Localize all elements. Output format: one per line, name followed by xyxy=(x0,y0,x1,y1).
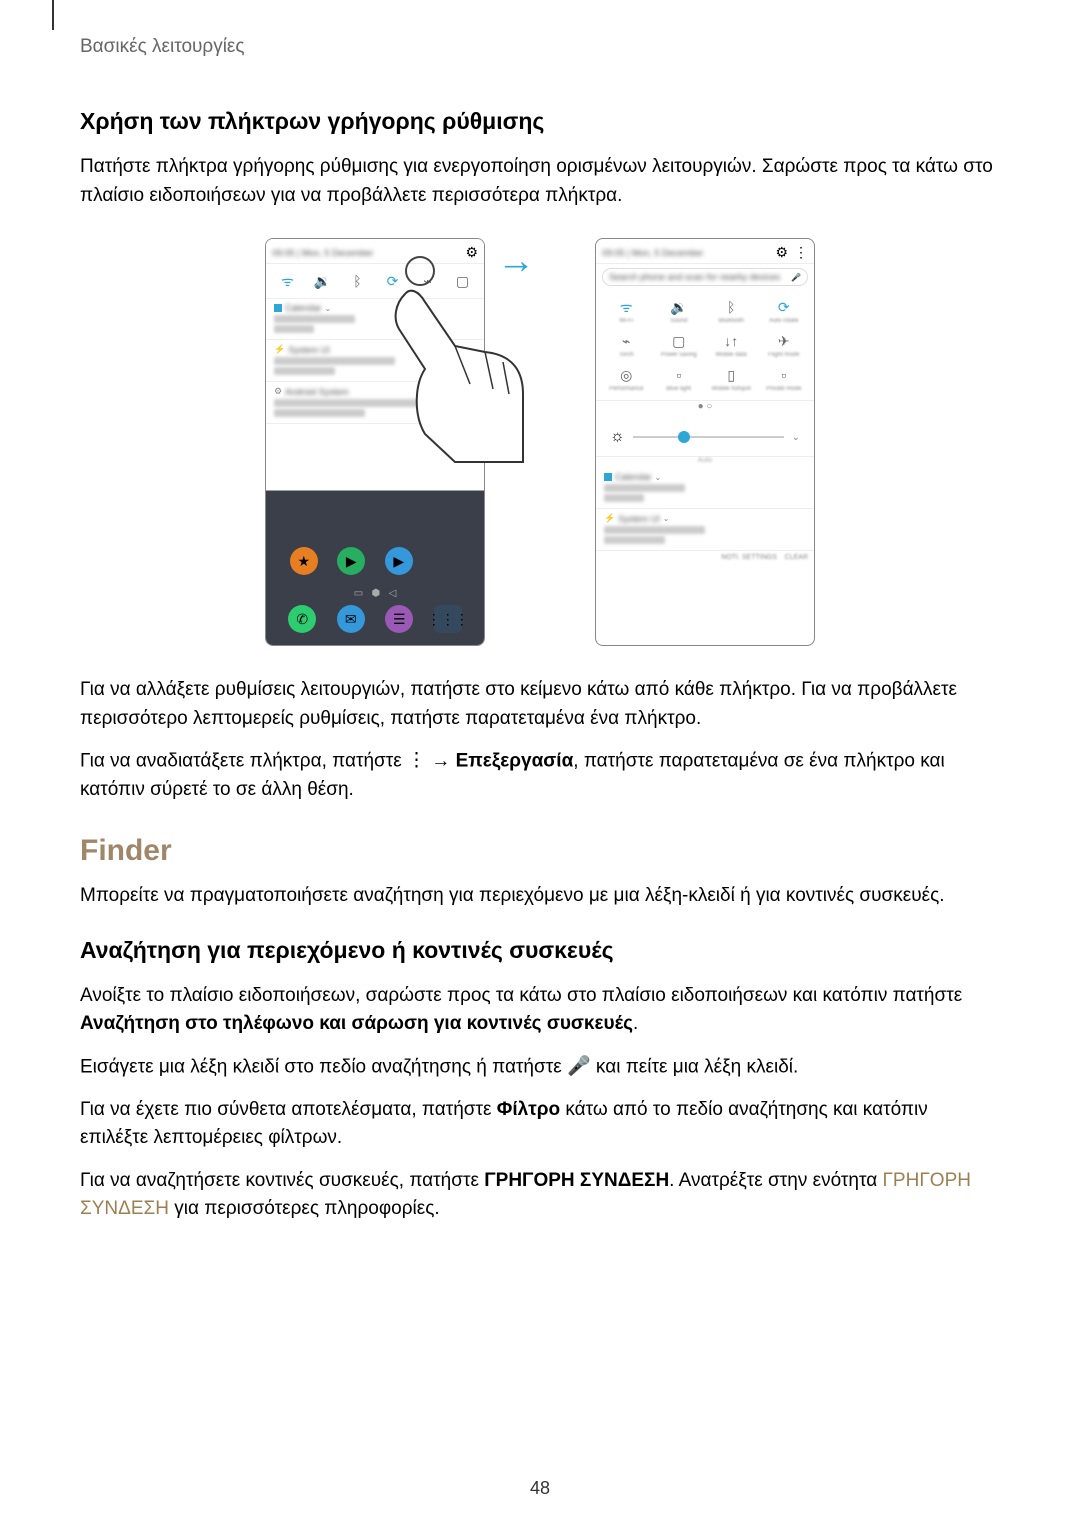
text-fragment: Για να έχετε πιο σύνθετα αποτελέσματα, π… xyxy=(80,1099,497,1120)
text-fragment: . Ανατρέξτε στην ενότητα xyxy=(669,1170,882,1191)
bluetooth-icon: ᛒ xyxy=(349,272,367,290)
transform-arrow-icon: → xyxy=(497,240,535,283)
hotspot-icon: ▯ xyxy=(722,366,740,384)
section1-para1: Πατήστε πλήκτρα γρήγορης ρύθμισης για εν… xyxy=(80,153,1000,210)
section1-para3: Για να αναδιατάξετε πλήκτρα, πατήστε ⋮ →… xyxy=(80,747,1000,804)
chevron-down-icon: ⌄ xyxy=(792,432,800,443)
sim-icon: ▢ xyxy=(454,272,472,290)
section2-para3: Για να έχετε πιο σύνθετα αποτελέσματα, π… xyxy=(80,1096,1000,1153)
section2-para1: Ανοίξτε το πλαίσιο ειδοποιήσεων, σαρώστε… xyxy=(80,982,1000,1039)
page-edge-marker xyxy=(52,0,54,30)
more-icon: ⋮ xyxy=(794,244,808,261)
finder-heading: Finder xyxy=(80,834,1000,868)
private-icon: ▫ xyxy=(775,366,793,384)
notification-item: ⚡System UI⌄ xyxy=(596,509,814,551)
text-fragment: . xyxy=(633,1013,638,1034)
mic-inline-icon: 🎤 xyxy=(567,1053,591,1082)
section1-para2: Για να αλλάξετε ρυθμίσεις λειτουργιών, π… xyxy=(80,676,1000,733)
airplane-icon: ✈ xyxy=(775,332,793,350)
notification-item: ⚙Android System xyxy=(266,382,484,424)
sound-icon: 🔉 xyxy=(314,272,332,290)
gear-icon: ⚙ xyxy=(465,244,478,261)
section2-para4: Για να αναζητήσετε κοντινές συσκευές, πα… xyxy=(80,1167,1000,1224)
gear-icon: ⚙ xyxy=(775,244,788,261)
text-fragment: Εισάγετε μια λέξη κλειδί στο πεδίο αναζή… xyxy=(80,1056,567,1077)
arrow-text: → xyxy=(426,750,456,771)
status-bar: 09:05 | Mon, 5 December ⚙ xyxy=(266,239,484,264)
brightness-icon: ☼ xyxy=(610,428,625,446)
phone-mock-collapsed: 09:05 | Mon, 5 December ⚙ ᯤ 🔉 ᛒ ⟳ ⌁ ▢ Ca… xyxy=(265,238,485,646)
text-fragment: Για να αναδιατάξετε πλήκτρα, πατήστε xyxy=(80,750,407,771)
notification-item: ⚡System UI xyxy=(266,340,484,382)
figures-row: 09:05 | Mon, 5 December ⚙ ᯤ 🔉 ᛒ ⟳ ⌁ ▢ Ca… xyxy=(80,238,1000,646)
swipe-down-arrow: ↓ xyxy=(411,288,428,327)
bold-term: ΓΡΗΓΟΡΗ ΣΥΝΔΕΣΗ xyxy=(484,1170,669,1191)
brightness-slider: ☼ ⌄ xyxy=(596,418,814,457)
finder-para1: Μπορείτε να πραγματοποιήσετε αναζήτηση γ… xyxy=(80,882,1000,911)
swap-icon: ↓↑ xyxy=(722,332,740,350)
notification-item: Calendar⌄ xyxy=(596,468,814,509)
section2-para2: Εισάγετε μια λέξη κλειδί στο πεδίο αναζή… xyxy=(80,1053,1000,1082)
quick-settings-row: ᯤ 🔉 ᛒ ⟳ ⌁ ▢ xyxy=(266,264,484,299)
dock-row: ✆ ✉ ☰ ⋮⋮⋮ xyxy=(266,605,484,633)
text-fragment: Για να αναζητήσετε κοντινές συσκευές, πα… xyxy=(80,1170,484,1191)
bold-term: Αναζήτηση στο τηλέφωνο και σάρωση για κο… xyxy=(80,1013,633,1034)
search-bar: Search phone and scan for nearby devices… xyxy=(602,268,808,286)
notification-item: Calendar⌄ xyxy=(266,299,484,340)
sound-icon: 🔉 xyxy=(670,298,688,316)
wifi-icon: ᯤ xyxy=(617,298,635,316)
rotate-icon: ⟳ xyxy=(384,272,402,290)
status-bar: 09:05 | Mon, 5 December ⚙ ⋮ xyxy=(596,239,814,264)
location-icon: ◎ xyxy=(617,366,635,384)
bluelight-icon: ▫ xyxy=(670,366,688,384)
breadcrumb: Βασικές λειτουργίες xyxy=(80,36,245,58)
page-content: Χρήση των πλήκτρων γρήγορης ρύθμισης Πατ… xyxy=(80,108,1000,1238)
mic-icon: 🎤 xyxy=(791,273,801,282)
sim-icon: ▢ xyxy=(670,332,688,350)
text-fragment: για περισσότερες πληροφορίες. xyxy=(169,1198,440,1219)
rotate-icon: ⟳ xyxy=(775,298,793,316)
section2-heading: Αναζήτηση για περιεχόμενο ή κοντινές συσ… xyxy=(80,937,1000,964)
bold-term: Επεξεργασία xyxy=(456,750,574,771)
more-inline-icon: ⋮ xyxy=(407,747,426,776)
bluetooth-icon: ᛒ xyxy=(722,298,740,316)
quick-settings-grid: ᯤWi-Fi 🔉Sound ᛒBluetooth ⟳Auto rotate ⌁T… xyxy=(596,290,814,401)
bold-term: Φίλτρο xyxy=(497,1099,560,1120)
text-fragment: και πείτε μια λέξη κλειδί. xyxy=(591,1056,799,1077)
section1-heading: Χρήση των πλήκτρων γρήγορης ρύθμισης xyxy=(80,108,1000,135)
pager-dots: ● ○ xyxy=(596,401,814,418)
text-fragment: Ανοίξτε το πλαίσιο ειδοποιήσεων, σαρώστε… xyxy=(80,985,962,1006)
touch-indicator xyxy=(405,256,435,286)
notif-actions: NOTI. SETTINGS CLEAR xyxy=(596,551,814,564)
phone-mock-expanded: 09:05 | Mon, 5 December ⚙ ⋮ Search phone… xyxy=(595,238,815,646)
wifi-icon: ᯤ xyxy=(279,272,297,290)
figure-phone-swipe: 09:05 | Mon, 5 December ⚙ ᯤ 🔉 ᛒ ⟳ ⌁ ▢ Ca… xyxy=(265,238,485,646)
page-number: 48 xyxy=(530,1478,550,1499)
flashlight-icon: ⌁ xyxy=(617,332,635,350)
